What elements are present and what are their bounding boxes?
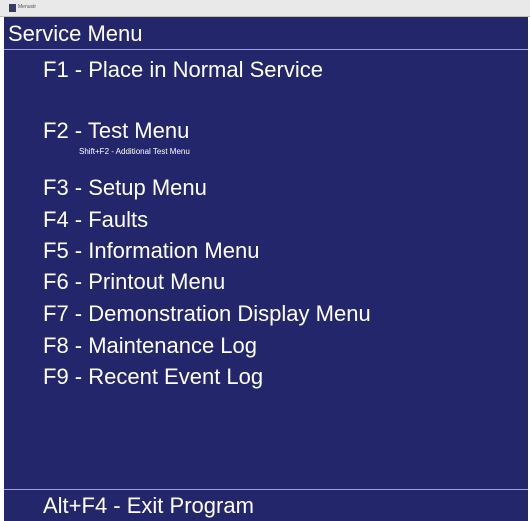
exit-program-button[interactable]: Alt+F4 - Exit Program: [43, 493, 254, 519]
page-title: Service Menu: [8, 21, 143, 46]
window-titlebar[interactable]: Menustr: [0, 0, 530, 17]
service-menu-screen: Service Menu F1 - Place in Normal Servic…: [4, 17, 528, 521]
menu-item-f4-faults[interactable]: F4 - Faults: [43, 207, 148, 233]
menu-item-f7-demonstration-display-menu[interactable]: F7 - Demonstration Display Menu: [43, 301, 371, 327]
menu-item-f5-information-menu[interactable]: F5 - Information Menu: [43, 238, 259, 264]
app-icon: [9, 4, 16, 12]
menu-item-f6-printout-menu[interactable]: F6 - Printout Menu: [43, 269, 225, 295]
footer-divider: [4, 489, 528, 490]
app-window: Menustr Service Menu F1 - Place in Norma…: [0, 0, 530, 521]
menu-item-f8-maintenance-log[interactable]: F8 - Maintenance Log: [43, 333, 257, 359]
header-divider: [4, 49, 528, 50]
menu-note-additional-test-menu: Shift+F2 - Additional Test Menu: [79, 147, 190, 156]
menu-item-f2-test-menu[interactable]: F2 - Test Menu: [43, 118, 189, 144]
menu-item-f3-setup-menu[interactable]: F3 - Setup Menu: [43, 175, 207, 201]
menu-item-f9-recent-event-log[interactable]: F9 - Recent Event Log: [43, 364, 263, 390]
window-title: Menustr: [18, 4, 37, 10]
menu-item-f1-normal-service[interactable]: F1 - Place in Normal Service: [43, 57, 323, 83]
